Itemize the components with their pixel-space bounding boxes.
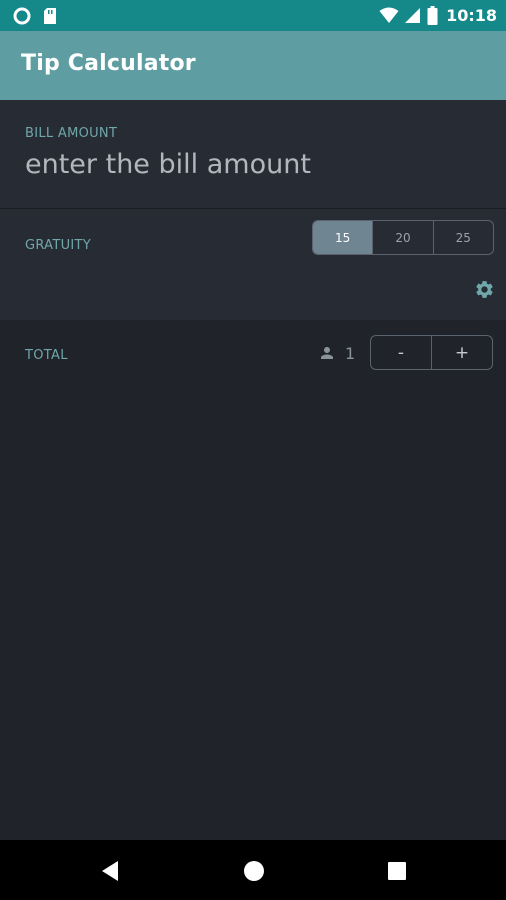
circle-notification-icon: [13, 7, 31, 25]
people-stepper: - +: [370, 335, 493, 370]
tip-option-15[interactable]: 15: [313, 221, 374, 254]
tip-option-20[interactable]: 20: [373, 221, 434, 254]
status-left-icons: [13, 7, 57, 25]
bill-amount-section: BILL AMOUNT: [0, 100, 506, 209]
app-title: Tip Calculator: [21, 51, 196, 76]
sd-card-icon: [44, 8, 56, 24]
total-section: TOTAL 1 - +: [0, 320, 506, 840]
gear-icon[interactable]: [474, 279, 495, 300]
gratuity-label: GRATUITY: [25, 238, 92, 253]
bill-amount-input[interactable]: [23, 144, 487, 184]
status-bar: 10:18: [0, 0, 506, 31]
gratuity-section: GRATUITY 15 20 25: [0, 209, 506, 320]
person-icon: [321, 347, 333, 359]
tip-option-25[interactable]: 25: [434, 221, 493, 254]
cellular-signal-icon: [405, 8, 421, 23]
battery-icon: [427, 6, 438, 25]
tip-percentage-selector: 15 20 25: [312, 220, 494, 255]
increment-people-button[interactable]: +: [432, 336, 492, 369]
people-count-display: 1: [318, 342, 355, 364]
wifi-icon: [379, 7, 399, 23]
total-label: TOTAL: [25, 348, 68, 363]
home-button[interactable]: [242, 859, 266, 883]
decrement-people-button[interactable]: -: [371, 336, 432, 369]
status-right-icons: 10:18: [379, 5, 497, 26]
status-time: 10:18: [446, 6, 497, 25]
recents-button[interactable]: [385, 859, 409, 883]
app-bar: Tip Calculator: [0, 31, 506, 100]
tip-calculator-screen: 10:18 Tip Calculator BILL AMOUNT GRATUIT…: [0, 0, 506, 900]
back-icon: [102, 861, 118, 881]
back-button[interactable]: [98, 859, 122, 883]
recents-icon: [388, 862, 406, 880]
people-count: 1: [345, 343, 356, 363]
bill-amount-label: BILL AMOUNT: [25, 126, 118, 141]
navigation-bar: [0, 840, 506, 900]
home-icon: [244, 861, 264, 881]
